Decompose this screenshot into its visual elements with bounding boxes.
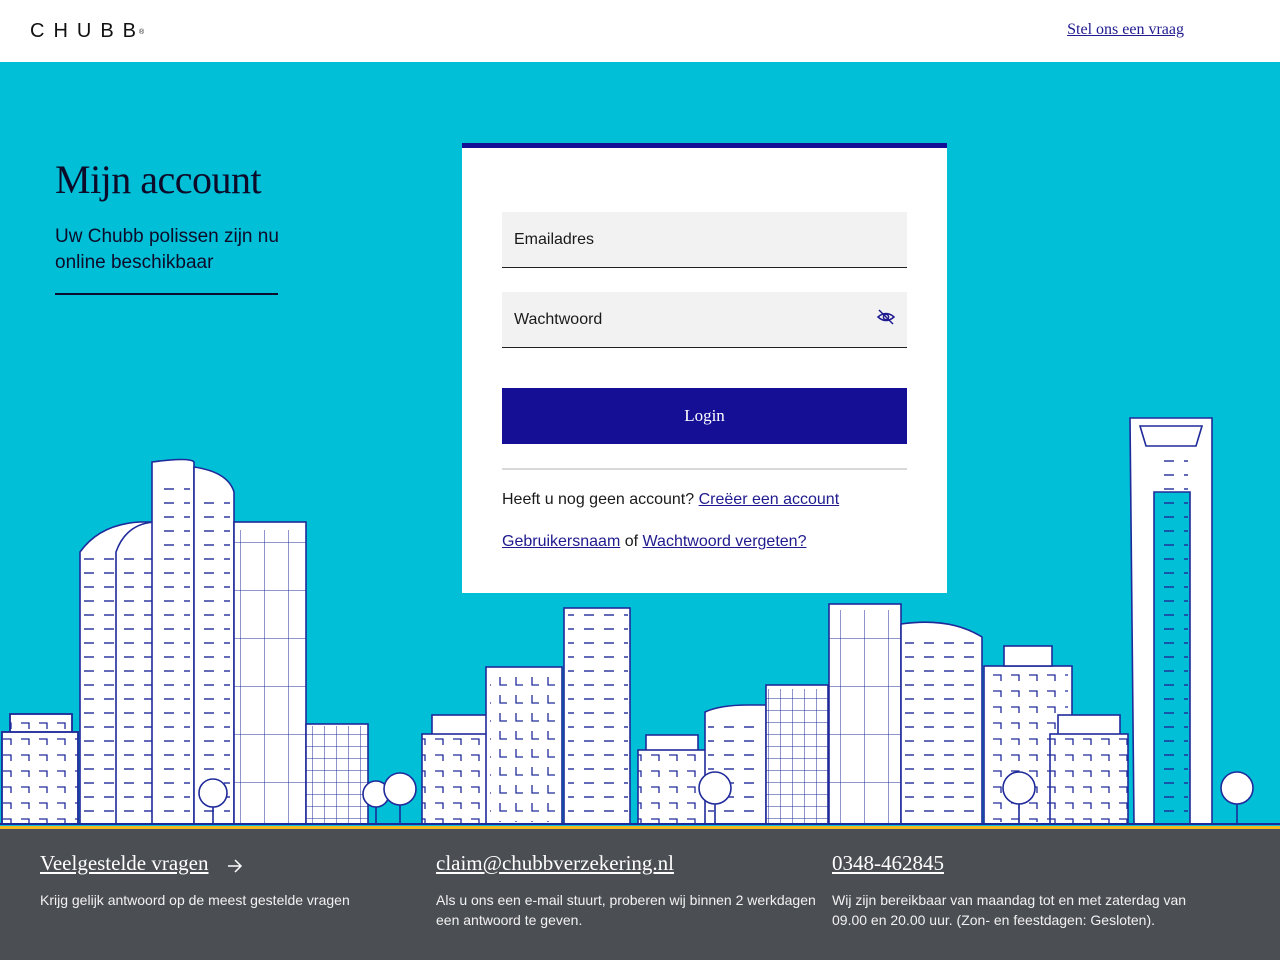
create-account-row: Heeft u nog geen account? Creëer een acc…	[502, 491, 839, 509]
forgot-credentials-row: Gebruikersnaam of Wachtwoord vergeten?	[502, 533, 806, 551]
no-account-text: Heeft u nog geen account?	[502, 491, 695, 508]
phone-link[interactable]: 0348-462845	[832, 851, 944, 876]
logo-registered-mark: ®	[139, 29, 145, 36]
footer-phone: 0348-462845 Wij zijn bereikbaar van maan…	[832, 851, 1222, 930]
forgot-password-link[interactable]: Wachtwoord vergeten?	[643, 533, 807, 550]
create-account-link[interactable]: Creëer een account	[699, 491, 840, 508]
ask-question-link[interactable]: Stel ons een vraag	[1067, 21, 1184, 39]
forgot-username-link[interactable]: Gebruikersnaam	[502, 533, 620, 550]
or-text: of	[624, 533, 639, 550]
login-card: Login Heeft u nog geen account? Creëer e…	[462, 143, 947, 593]
top-header: CHUBB® Stel ons een vraag	[0, 0, 1280, 62]
footer-email: claim@chubbverzekering.nl Als u ons een …	[436, 851, 826, 930]
email-link[interactable]: claim@chubbverzekering.nl	[436, 851, 674, 876]
faq-link[interactable]: Veelgestelde vragen	[40, 851, 209, 876]
page-title: Mijn account	[55, 157, 262, 202]
footer-faq: Veelgestelde vragen Krijg gelijk antwoor…	[40, 851, 430, 910]
password-input[interactable]	[502, 292, 907, 347]
logo-text: CHUBB	[30, 20, 146, 42]
card-divider	[502, 468, 907, 470]
footer: Veelgestelde vragen Krijg gelijk antwoor…	[0, 826, 1280, 960]
faq-description: Krijg gelijk antwoord op de meest gestel…	[40, 892, 350, 908]
eye-slash-icon[interactable]	[877, 308, 895, 326]
arrow-right-icon[interactable]	[227, 859, 243, 873]
email-description: Als u ons een e-mail stuurt, proberen wi…	[436, 892, 816, 928]
chubb-logo[interactable]: CHUBB®	[30, 20, 150, 42]
phone-description: Wij zijn bereikbaar van maandag tot en m…	[832, 892, 1187, 928]
password-field[interactable]	[502, 292, 907, 348]
email-input[interactable]	[502, 212, 907, 267]
page-subtitle: Uw Chubb polissen zijn nu online beschik…	[55, 226, 279, 273]
email-field[interactable]	[502, 212, 907, 268]
login-button[interactable]: Login	[502, 388, 907, 444]
intro-divider	[55, 293, 278, 295]
hero-section: Mijn account Uw Chubb polissen zijn nu o…	[0, 62, 1280, 826]
